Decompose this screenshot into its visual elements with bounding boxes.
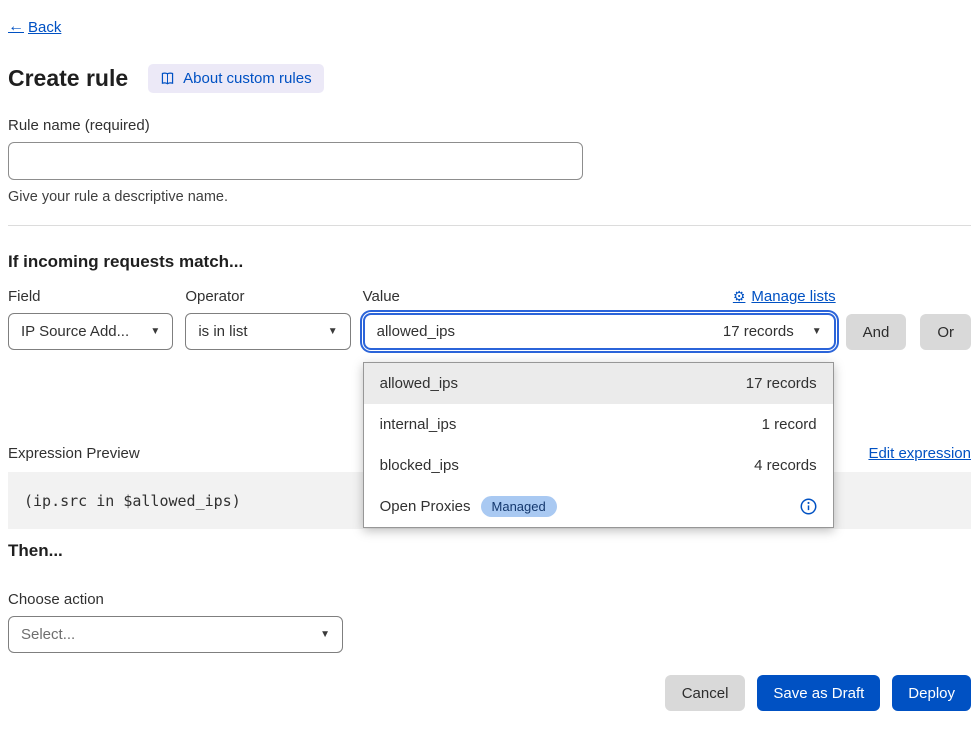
list-item[interactable]: internal_ips 1 record	[364, 404, 833, 445]
footer-actions: Cancel Save as Draft Deploy	[8, 675, 971, 711]
value-select-right: 17 records ▼	[723, 323, 822, 340]
list-item-meta: 1 record	[762, 416, 817, 433]
managed-badge: Managed	[481, 496, 557, 517]
field-label: Field	[8, 288, 173, 305]
save-as-draft-button[interactable]: Save as Draft	[757, 675, 880, 711]
or-button[interactable]: Or	[920, 314, 971, 350]
chevron-down-icon: ▼	[150, 327, 160, 337]
action-select[interactable]: Select... ▼	[8, 616, 343, 653]
book-icon	[160, 71, 175, 86]
chevron-down-icon: ▼	[812, 327, 822, 337]
about-custom-rules-link[interactable]: About custom rules	[148, 64, 323, 93]
rule-name-input[interactable]	[8, 142, 583, 180]
list-item-meta: 17 records	[746, 375, 817, 392]
list-item-name: allowed_ips	[380, 375, 458, 392]
list-item[interactable]: Open Proxies Managed	[364, 486, 833, 527]
list-item[interactable]: allowed_ips 17 records	[364, 363, 833, 404]
rule-name-helper: Give your rule a descriptive name.	[8, 189, 971, 205]
operator-select-value: is in list	[198, 323, 247, 340]
value-label: Value	[363, 288, 400, 305]
chevron-down-icon: ▼	[328, 327, 338, 337]
choose-action-label: Choose action	[8, 591, 971, 608]
info-icon[interactable]	[800, 498, 817, 515]
about-custom-rules-label: About custom rules	[183, 70, 311, 87]
deploy-button[interactable]: Deploy	[892, 675, 971, 711]
list-item-left: Open Proxies Managed	[380, 496, 557, 517]
expression-preview-label: Expression Preview	[8, 445, 140, 462]
manage-lists-link[interactable]: ⚙ Manage lists	[733, 288, 836, 305]
list-item-name: Open Proxies	[380, 498, 471, 515]
list-item-name: blocked_ips	[380, 457, 459, 474]
and-or-buttons: And Or	[846, 314, 971, 350]
value-dropdown-panel: allowed_ips 17 records internal_ips 1 re…	[363, 362, 834, 528]
value-select[interactable]: allowed_ips 17 records ▼	[363, 313, 836, 350]
field-select-value: IP Source Add...	[21, 323, 129, 340]
back-arrow-icon: ←	[8, 18, 24, 36]
back-label: Back	[28, 19, 61, 36]
create-rule-page: ←Back Create rule About custom rules Rul…	[0, 0, 979, 739]
rule-name-label: Rule name (required)	[8, 117, 971, 134]
value-header: Value ⚙ Manage lists	[363, 288, 836, 305]
match-condition-row: Field IP Source Add... ▼ Operator is in …	[8, 288, 971, 350]
back-link[interactable]: ←Back	[8, 18, 61, 36]
operator-label: Operator	[185, 288, 350, 305]
operator-column: Operator is in list ▼	[185, 288, 350, 350]
value-select-meta: 17 records	[723, 323, 794, 340]
value-select-value: allowed_ips	[377, 323, 455, 340]
list-item-meta: 4 records	[754, 457, 817, 474]
value-column: Value ⚙ Manage lists allowed_ips 17 recor…	[363, 288, 836, 350]
chevron-down-icon: ▼	[320, 630, 330, 640]
section-divider	[8, 225, 971, 226]
manage-lists-label: Manage lists	[751, 288, 835, 305]
cancel-button[interactable]: Cancel	[665, 675, 746, 711]
then-heading: Then...	[8, 541, 971, 561]
field-select[interactable]: IP Source Add... ▼	[8, 313, 173, 350]
match-heading: If incoming requests match...	[8, 252, 971, 272]
gear-icon: ⚙	[733, 288, 746, 305]
title-row: Create rule About custom rules	[8, 64, 971, 93]
list-item[interactable]: blocked_ips 4 records	[364, 445, 833, 486]
field-column: Field IP Source Add... ▼	[8, 288, 173, 350]
edit-expression-link[interactable]: Edit expression	[868, 445, 971, 462]
page-title: Create rule	[8, 65, 128, 92]
action-select-placeholder: Select...	[21, 626, 75, 643]
and-button[interactable]: And	[846, 314, 907, 350]
operator-select[interactable]: is in list ▼	[185, 313, 350, 350]
list-item-name: internal_ips	[380, 416, 457, 433]
expression-code: (ip.src in $allowed_ips)	[24, 492, 241, 510]
